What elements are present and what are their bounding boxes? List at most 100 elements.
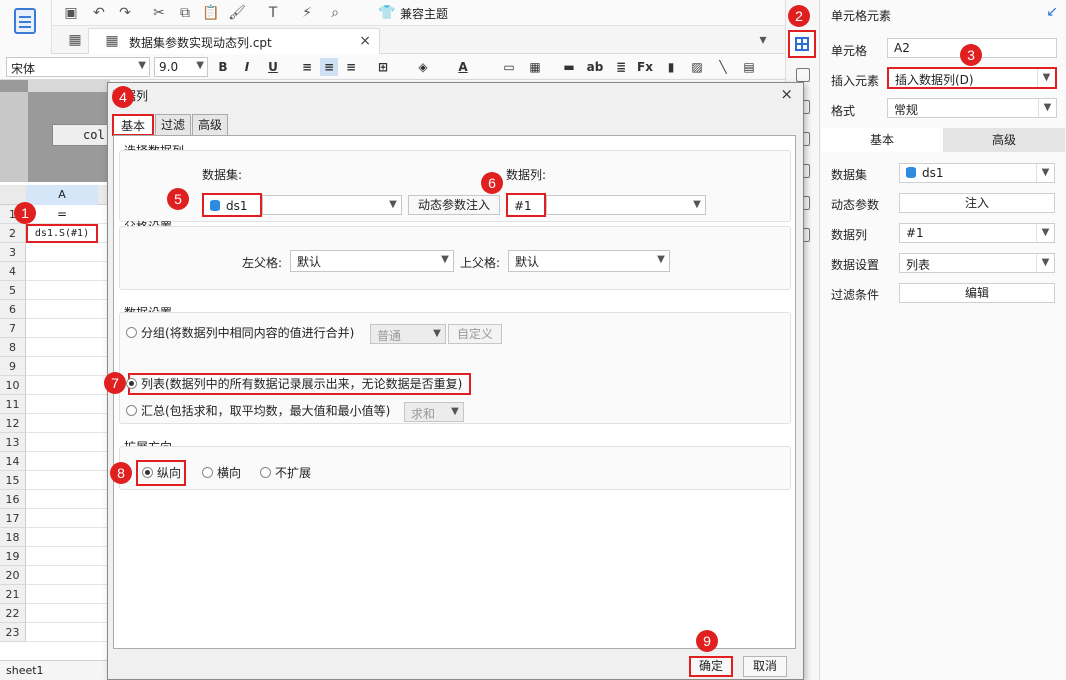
table-row[interactable]: [26, 585, 110, 604]
formula-icon[interactable]: Fx: [636, 58, 654, 76]
list-option[interactable]: 列表(数据列中的所有数据记录展示出来，无论数据是否重复): [126, 375, 462, 393]
list-radio[interactable]: [126, 378, 137, 389]
grid-icon[interactable]: ▦: [66, 31, 84, 49]
table-row[interactable]: [26, 490, 110, 509]
no-expand-option[interactable]: 不扩展: [260, 464, 311, 482]
close-tab-icon[interactable]: ×: [359, 33, 371, 49]
tab-menu-icon[interactable]: ▾: [754, 31, 772, 49]
row-number[interactable]: 17: [0, 509, 26, 528]
table-row[interactable]: [26, 357, 110, 376]
table-row[interactable]: [26, 376, 110, 395]
row-number[interactable]: 22: [0, 604, 26, 623]
vertical-radio[interactable]: [142, 467, 153, 478]
align-right-icon[interactable]: ≡: [342, 58, 360, 76]
table-row[interactable]: [26, 433, 110, 452]
image-icon[interactable]: ▨: [688, 58, 706, 76]
theme-icon[interactable]: 👕: [378, 4, 396, 22]
slash-icon[interactable]: ╲: [714, 58, 732, 76]
sheet-grid[interactable]: A 1 2 3 4 5 6 7 8 9 10 11 12 13 14 15 16 17 18 19 20 21 22 23 …: [0, 185, 110, 660]
underline-button[interactable]: U: [264, 58, 282, 76]
column-a-header[interactable]: A: [26, 185, 98, 205]
table-row[interactable]: [26, 547, 110, 566]
table-row[interactable]: [26, 471, 110, 490]
table-row[interactable]: [26, 509, 110, 528]
ok-button[interactable]: 确定: [689, 656, 733, 677]
format-select[interactable]: 常规 ▼: [887, 98, 1057, 118]
top-parent-select[interactable]: 默认 ▼: [508, 250, 670, 272]
sub-report-icon[interactable]: ▤: [740, 58, 758, 76]
tab-filter[interactable]: 过滤: [155, 114, 191, 136]
close-icon[interactable]: ×: [780, 85, 793, 103]
merge-cell-icon[interactable]: ▭: [500, 58, 518, 76]
pin-icon[interactable]: ↙: [1046, 4, 1058, 20]
row-number[interactable]: 18: [0, 528, 26, 547]
undo-icon[interactable]: ↶: [90, 4, 108, 22]
cell-a2[interactable]: ds1.S(#1): [26, 224, 98, 243]
file-tab[interactable]: ▦ 数据集参数实现动态列.cpt ×: [88, 28, 380, 54]
row-number[interactable]: 10: [0, 376, 26, 395]
cell-a1[interactable]: =: [26, 205, 98, 224]
cut-icon[interactable]: ✂: [150, 4, 168, 22]
insert-element-select[interactable]: 插入数据列(D) ▼: [887, 67, 1057, 89]
row-number[interactable]: 15: [0, 471, 26, 490]
table-row[interactable]: [26, 300, 110, 319]
cell-element-button[interactable]: [788, 30, 816, 58]
row-number[interactable]: 13: [0, 433, 26, 452]
redo-icon[interactable]: ↷: [116, 4, 134, 22]
table-row[interactable]: [26, 604, 110, 623]
tab-advanced[interactable]: 高级: [192, 114, 228, 136]
bold-button[interactable]: B: [214, 58, 232, 76]
save-icon[interactable]: ▣: [62, 4, 80, 22]
paste-icon[interactable]: 📋: [202, 4, 220, 22]
cancel-button[interactable]: 取消: [743, 656, 787, 677]
group-option[interactable]: 分组(将数据列中相同内容的值进行合并): [126, 324, 354, 342]
table-row[interactable]: [26, 452, 110, 471]
unmerge-cell-icon[interactable]: ▦: [526, 58, 544, 76]
table-row[interactable]: [26, 319, 110, 338]
fill-color-icon[interactable]: ◈: [414, 58, 432, 76]
table-row[interactable]: [26, 243, 110, 262]
insert-cell-icon[interactable]: ▬: [560, 58, 578, 76]
copy-icon[interactable]: ⧉: [176, 4, 194, 22]
align-left-icon[interactable]: ≡: [298, 58, 316, 76]
align-center-icon[interactable]: ≡: [320, 58, 338, 76]
tab-advanced[interactable]: 高级: [943, 128, 1065, 152]
preview-icon[interactable]: ⌕: [326, 4, 344, 22]
summary-radio[interactable]: [126, 405, 137, 416]
dynamic-param-inject-button[interactable]: 动态参数注入: [408, 195, 500, 215]
row-number[interactable]: 21: [0, 585, 26, 604]
table-row[interactable]: [26, 262, 110, 281]
row-number[interactable]: 3: [0, 243, 26, 262]
row-number[interactable]: 4: [0, 262, 26, 281]
row-number[interactable]: 5: [0, 281, 26, 300]
no-expand-radio[interactable]: [260, 467, 271, 478]
text-box-icon[interactable]: T: [264, 4, 282, 22]
row-number[interactable]: 11: [0, 395, 26, 414]
row-number[interactable]: 2: [0, 224, 26, 243]
sheet-tab[interactable]: sheet1: [6, 664, 44, 677]
table-row[interactable]: [26, 395, 110, 414]
rich-text-icon[interactable]: ≣: [612, 58, 630, 76]
table-row[interactable]: [26, 414, 110, 433]
text-icon[interactable]: ab: [586, 58, 604, 76]
horizontal-option[interactable]: 横向: [202, 464, 241, 482]
table-row[interactable]: [26, 623, 110, 642]
row-number[interactable]: 14: [0, 452, 26, 471]
cell-attribute-icon[interactable]: [796, 68, 810, 82]
row-number[interactable]: 23: [0, 623, 26, 642]
data-column-select[interactable]: #1 ▼: [899, 223, 1055, 243]
dataset-select[interactable]: ▼: [262, 195, 402, 215]
filter-edit-button[interactable]: 编辑: [899, 283, 1055, 303]
dataset-value-box[interactable]: ds1: [202, 193, 262, 217]
row-number[interactable]: 6: [0, 300, 26, 319]
font-family-select[interactable]: 宋体 ▼: [6, 57, 150, 77]
table-row[interactable]: [26, 338, 110, 357]
table-row[interactable]: [26, 528, 110, 547]
inject-button[interactable]: 注入: [899, 193, 1055, 213]
row-number[interactable]: 19: [0, 547, 26, 566]
row-number[interactable]: 9: [0, 357, 26, 376]
font-size-select[interactable]: 9.0 ▼: [154, 57, 208, 77]
row-number[interactable]: 8: [0, 338, 26, 357]
row-number[interactable]: 7: [0, 319, 26, 338]
theme-button[interactable]: 兼容主题: [400, 5, 448, 22]
